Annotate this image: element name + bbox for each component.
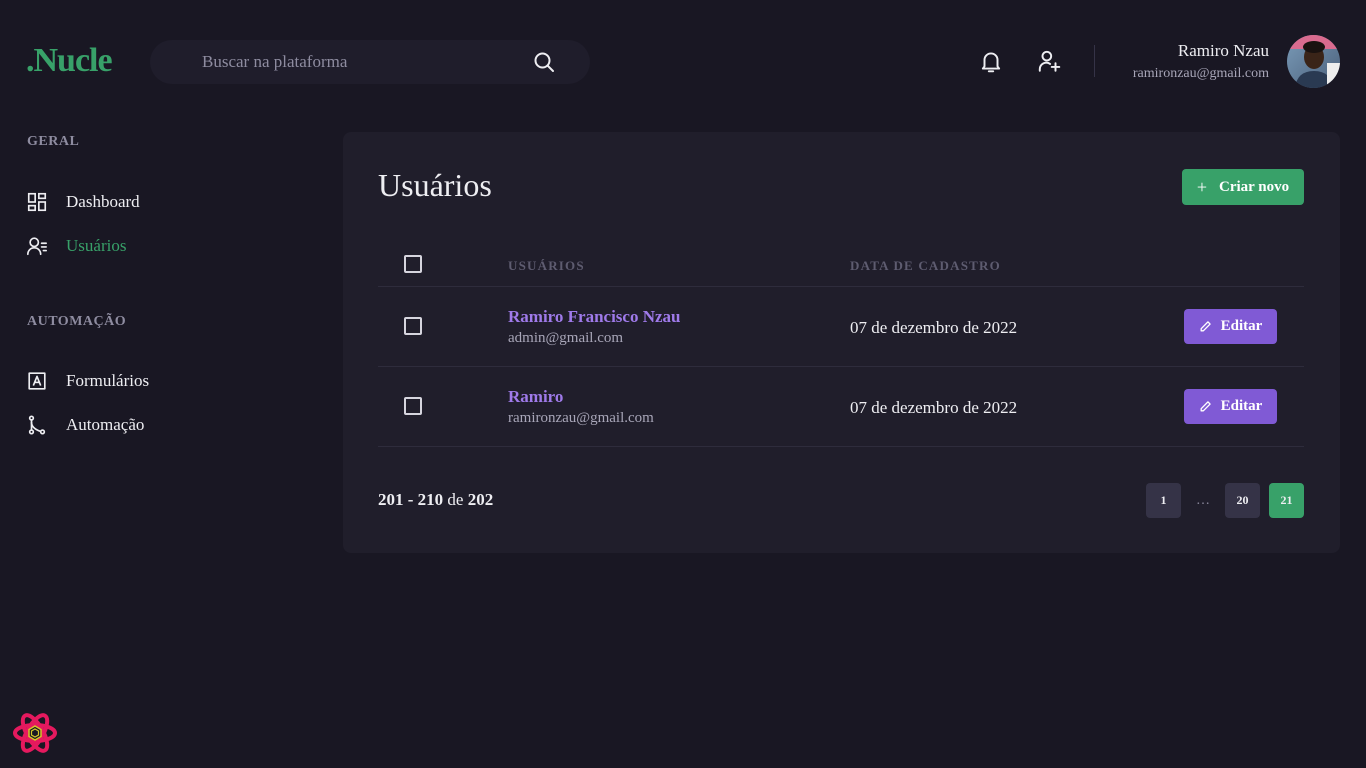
add-user-icon[interactable] (1036, 48, 1062, 74)
page-button-1[interactable]: 1 (1146, 483, 1181, 518)
users-card: Usuários + Criar novo USUÁRIOS DATA DE C… (343, 132, 1340, 553)
range-start: 201 (378, 490, 404, 509)
range-end: 210 (417, 490, 444, 509)
header-divider (1094, 45, 1095, 77)
edit-button[interactable]: Editar (1184, 389, 1277, 424)
section-title-geral: GERAL (27, 134, 80, 149)
page-button-21[interactable]: 21 (1269, 483, 1304, 518)
create-new-button[interactable]: + Criar novo (1182, 169, 1304, 205)
users-icon (27, 237, 47, 256)
dashboard-icon (27, 192, 47, 212)
page-button-20[interactable]: 20 (1225, 483, 1260, 518)
table-row: Ramiro Francisco Nzau admin@gmail.com 07… (378, 287, 1304, 367)
sidebar-item-label: Automação (66, 415, 145, 434)
search-bar[interactable] (150, 40, 590, 84)
create-new-label: Criar novo (1219, 178, 1290, 195)
plus-icon: + (1196, 176, 1207, 197)
user-row-name[interactable]: Ramiro Francisco Nzau (508, 307, 681, 327)
pencil-icon (1200, 321, 1211, 332)
users-table: USUÁRIOS DATA DE CADASTRO Ramiro Francis… (378, 236, 1304, 447)
sidebar-item-label: Usuários (66, 236, 127, 255)
sidebar-item-label: Formulários (66, 371, 150, 390)
column-header-users: USUÁRIOS (508, 258, 585, 273)
page-title: Usuários (378, 167, 492, 203)
user-name: Ramiro Nzau (1177, 41, 1269, 60)
pencil-icon (1200, 401, 1211, 412)
edit-label: Editar (1220, 318, 1263, 334)
range-total: 202 (467, 490, 494, 509)
pagination-ellipsis: … (1196, 492, 1210, 508)
row-checkbox[interactable] (404, 317, 422, 335)
sidebar-item-dashboard[interactable]: Dashboard (26, 188, 140, 216)
column-header-date: DATA DE CADASTRO (850, 258, 1001, 273)
select-all-checkbox[interactable] (404, 255, 422, 273)
section-title-automacao: AUTOMAÇÃO (27, 314, 127, 329)
form-icon (28, 372, 46, 390)
sidebar-item-automacao[interactable]: Automação (26, 411, 144, 439)
user-row-date: 07 de dezembro de 2022 (850, 398, 1018, 417)
user-row-email: ramironzau@gmail.com (508, 410, 654, 426)
avatar[interactable] (1287, 35, 1340, 88)
edit-label: Editar (1220, 398, 1263, 414)
logo[interactable]: .Nucle (26, 40, 113, 82)
row-checkbox[interactable] (404, 397, 422, 415)
sidebar-item-formularios[interactable]: Formulários (26, 367, 149, 395)
git-branch-icon (28, 415, 46, 435)
edit-button[interactable]: Editar (1184, 309, 1277, 344)
sidebar-item-usuarios[interactable]: Usuários (26, 232, 126, 260)
user-row-email: admin@gmail.com (508, 330, 624, 346)
search-input[interactable] (202, 40, 522, 84)
user-row-date: 07 de dezembro de 2022 (850, 318, 1018, 337)
user-email: ramironzau@gmail.com (1132, 66, 1269, 81)
user-row-name[interactable]: Ramiro (508, 387, 563, 407)
app-badge-icon[interactable] (13, 712, 57, 754)
sidebar-item-label: Dashboard (66, 192, 140, 211)
search-icon[interactable] (532, 50, 556, 74)
header: .Nucle Ramiro Nzau ramironzau@gmail.com (0, 0, 1366, 120)
range-separator: - (403, 490, 418, 509)
table-header: USUÁRIOS DATA DE CADASTRO (378, 236, 1304, 287)
range-of: de (443, 490, 468, 509)
bell-icon[interactable] (978, 48, 1004, 74)
pagination-info: 201 - 210 de 202 (378, 490, 493, 510)
table-row: Ramiro ramironzau@gmail.com 07 de dezemb… (378, 367, 1304, 447)
